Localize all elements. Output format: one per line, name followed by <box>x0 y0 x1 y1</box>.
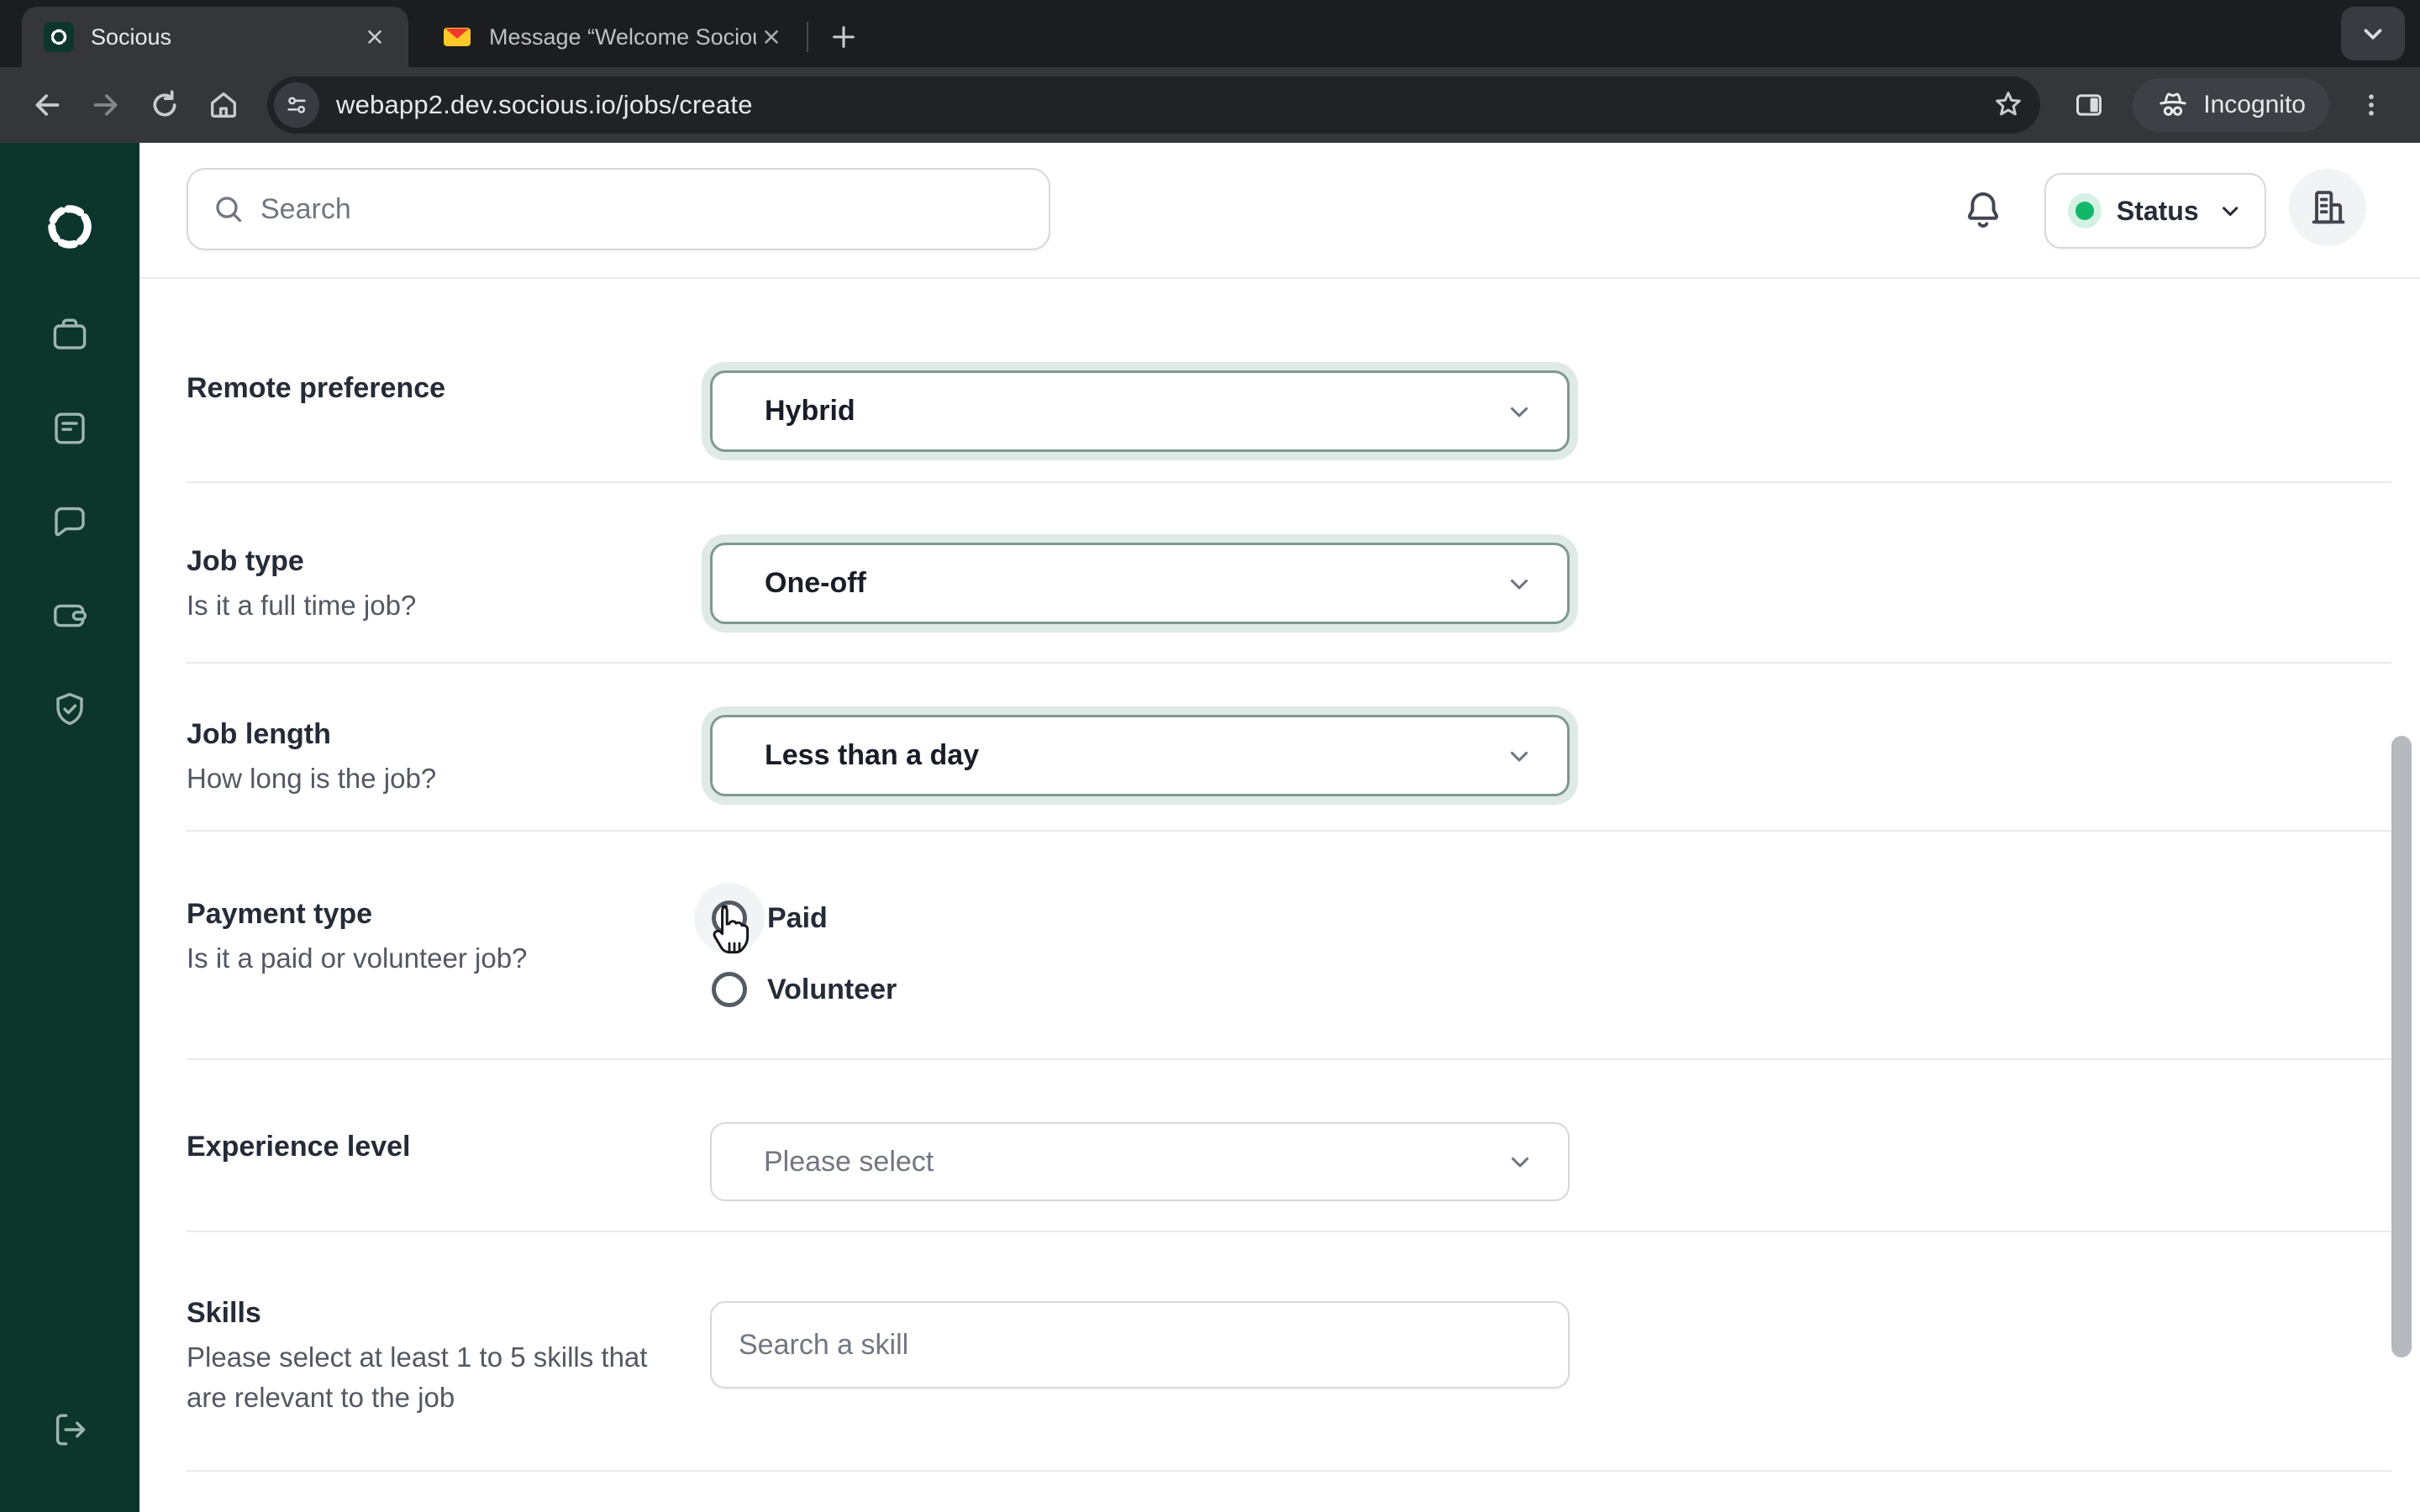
incognito-label: Incognito <box>2203 91 2306 118</box>
row-divider <box>187 1231 2391 1232</box>
row-divider <box>187 830 2391 832</box>
browser-tab-strip: Socious Message “Welcome Socious” <box>0 0 2420 67</box>
experience-level-select[interactable]: Please select <box>710 1122 1570 1201</box>
shield-check-icon <box>56 692 83 726</box>
incognito-badge[interactable]: Incognito <box>2133 78 2329 132</box>
sidebar-item-documents[interactable] <box>50 408 90 449</box>
field-label-skills: Skills Please select at least 1 to 5 ski… <box>187 1297 648 1413</box>
chat-icon <box>55 507 85 537</box>
organization-avatar[interactable] <box>2289 169 2366 246</box>
mail-favicon-icon <box>442 22 472 52</box>
status-dropdown[interactable]: Status <box>2044 173 2266 249</box>
browser-toolbar: webapp2.dev.socious.io/jobs/create Incog… <box>0 67 2420 143</box>
bell-icon <box>1968 192 1998 228</box>
field-label-job-length: Job length How long is the job? <box>187 718 437 794</box>
wallet-icon <box>54 604 87 627</box>
row-divider <box>187 1058 2391 1060</box>
status-label: Status <box>2116 195 2199 226</box>
main-content: Status Remote preference Hybrid Job type… <box>139 143 2420 1512</box>
job-length-select[interactable]: Less than a day <box>710 715 1570 796</box>
remote-preference-value: Hybrid <box>765 395 855 427</box>
skills-search-input[interactable] <box>710 1301 1570 1389</box>
chevron-down-icon <box>1511 1157 1529 1168</box>
sidebar-item-wallet[interactable] <box>50 596 90 636</box>
search-input[interactable] <box>260 192 1025 226</box>
row-divider <box>187 1470 2391 1472</box>
field-label-experience-level: Experience level <box>187 1131 411 1163</box>
remote-preference-select[interactable]: Hybrid <box>710 370 1570 452</box>
notifications-button[interactable] <box>1960 186 2007 234</box>
hand-cursor <box>706 904 753 959</box>
address-bar[interactable]: webapp2.dev.socious.io/jobs/create <box>267 76 2041 134</box>
header-divider <box>139 277 2420 279</box>
page-scrollbar[interactable] <box>2391 736 2412 1357</box>
document-icon <box>55 412 85 444</box>
close-tab-icon[interactable] <box>756 22 786 52</box>
chevron-down-icon <box>1510 579 1528 590</box>
search-icon <box>216 197 242 223</box>
chevron-down-icon <box>2222 207 2238 216</box>
sidebar-item-jobs[interactable] <box>50 314 90 354</box>
side-panel-icon[interactable] <box>2062 78 2116 132</box>
site-settings-icon[interactable] <box>274 82 319 128</box>
tab-message[interactable]: Message “Welcome Socious” <box>420 7 805 67</box>
socious-favicon-icon <box>44 22 74 52</box>
socious-logo[interactable] <box>41 198 98 255</box>
sidebar <box>0 143 139 1512</box>
incognito-icon <box>2160 92 2186 116</box>
field-label-remote-preference: Remote preference <box>187 372 446 404</box>
kebab-menu-icon[interactable] <box>2344 78 2398 132</box>
global-search[interactable] <box>187 168 1050 250</box>
chevron-down-icon <box>1510 751 1528 762</box>
briefcase-icon <box>53 318 87 349</box>
tab-socious[interactable]: Socious <box>22 7 408 67</box>
field-label-job-type: Job type Is it a full time job? <box>187 545 417 621</box>
sidebar-item-verification[interactable] <box>50 690 90 730</box>
bookmark-star-icon[interactable] <box>1991 88 2025 122</box>
organization-icon <box>2312 191 2345 224</box>
back-icon[interactable] <box>20 78 74 132</box>
new-tab-icon[interactable] <box>820 13 867 60</box>
row-divider <box>187 481 2391 483</box>
url-text[interactable]: webapp2.dev.socious.io/jobs/create <box>336 90 1991 120</box>
reload-icon[interactable] <box>138 78 192 132</box>
forward-icon[interactable] <box>79 78 133 132</box>
home-icon[interactable] <box>197 78 250 132</box>
radio-label-paid[interactable]: Paid <box>767 902 828 935</box>
job-type-value: One-off <box>765 567 866 599</box>
field-label-payment-type: Payment type Is it a paid or volunteer j… <box>187 898 528 974</box>
experience-level-placeholder: Please select <box>764 1145 934 1178</box>
tab-search-icon[interactable] <box>2341 7 2405 60</box>
tab-separator <box>807 22 808 52</box>
job-length-value: Less than a day <box>765 739 980 771</box>
radio-volunteer[interactable] <box>712 972 747 1007</box>
status-dot <box>2068 193 2102 228</box>
radio-label-volunteer[interactable]: Volunteer <box>767 974 897 1006</box>
close-tab-icon[interactable] <box>360 22 390 52</box>
logout-icon[interactable] <box>50 1410 90 1450</box>
tab-title: Message “Welcome Socious” <box>489 24 756 50</box>
chevron-down-icon <box>1510 407 1528 417</box>
row-divider <box>187 662 2391 664</box>
job-type-select[interactable]: One-off <box>710 543 1570 624</box>
tab-title: Socious <box>91 24 172 50</box>
sidebar-item-messages[interactable] <box>50 502 90 543</box>
